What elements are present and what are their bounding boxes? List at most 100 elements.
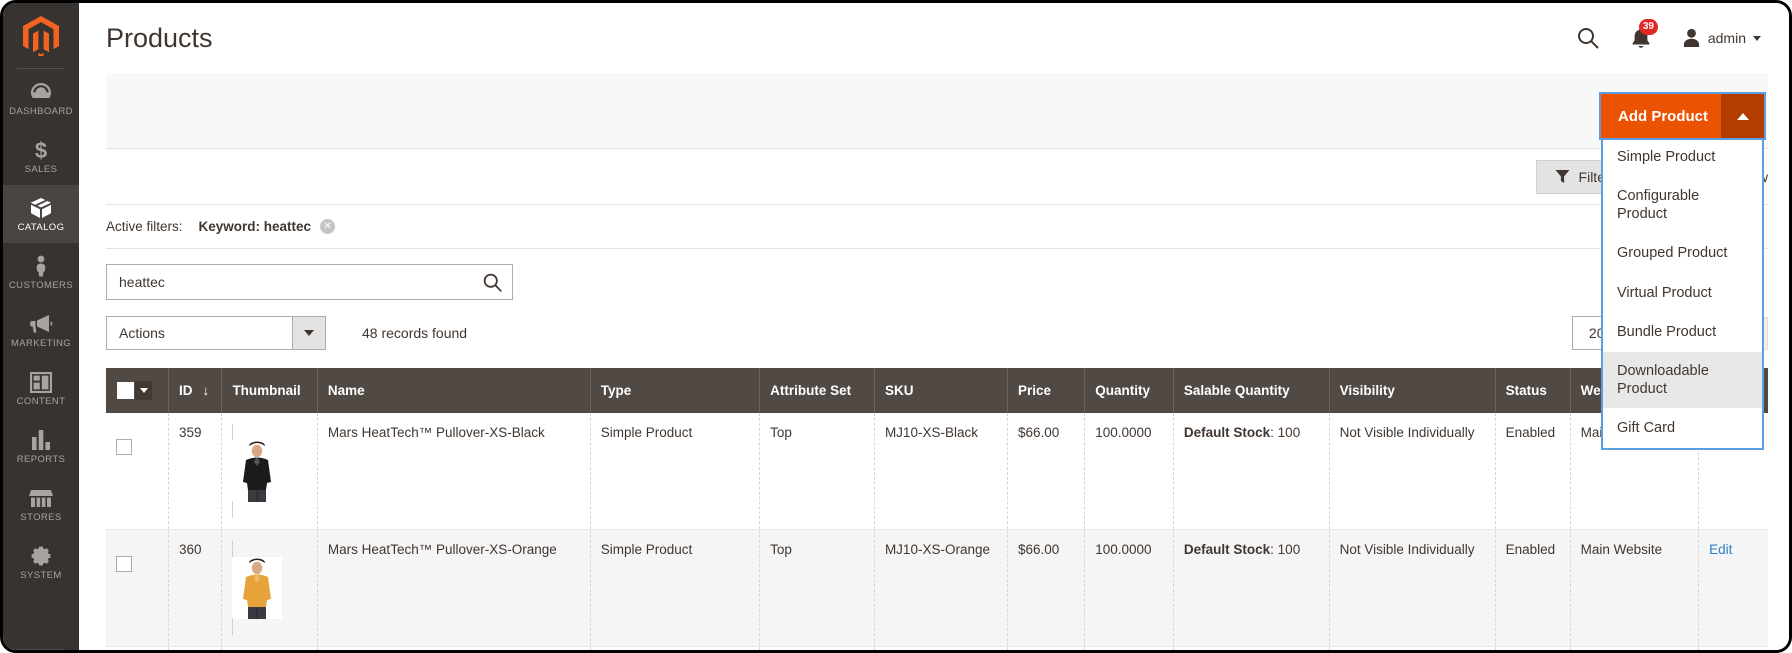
table-row[interactable]: 360 Mars HeatTech™ Pullover-XS-Orange Simp… [106,529,1768,647]
add-product-menu-item[interactable]: Configurable Product [1603,177,1762,235]
add-product-menu-item[interactable]: Gift Card [1603,409,1762,449]
admin-user-menu[interactable]: admin [1682,28,1761,48]
cell-id: 360 [168,529,223,647]
magento-logo-icon [23,16,59,56]
header-actions: 39 admin [1576,19,1761,50]
chevron-down-icon[interactable] [292,317,325,349]
product-thumbnail[interactable] [232,424,307,518]
dollar-icon: $ [34,139,48,161]
column-header-id[interactable]: ID ↓ [168,368,223,413]
add-product-menu-item[interactable]: Grouped Product [1603,234,1762,274]
cell-attribute-set: Top [759,646,875,650]
chevron-down-icon[interactable] [135,381,152,400]
search-input[interactable] [107,265,512,299]
sidebar-item-label: MARKETING [10,338,72,349]
edit-link[interactable]: Edit [1709,542,1732,557]
cell-visibility: Not Visible Individually [1329,646,1496,650]
admin-window: DASHBOARD $ SALES CATALOG CUSTOMERS MARK… [0,0,1792,653]
sidebar-item-label: CONTENT [16,396,66,407]
search-submit-button[interactable] [482,272,503,296]
add-product-menu-item[interactable]: Downloadable Product [1603,351,1762,409]
column-header-status[interactable]: Status [1495,368,1571,413]
column-header-quantity[interactable]: Quantity [1084,368,1174,413]
row-select-cell [106,529,170,647]
grid-controls: Actions 48 records found 20 per page ‹ [106,312,1768,354]
row-checkbox[interactable] [116,556,132,572]
column-header-price[interactable]: Price [1007,368,1086,413]
cell-status: Enabled [1495,529,1571,647]
sidebar-item-sales[interactable]: $ SALES [3,127,79,185]
filter-chip: Keyword: heattec ✕ [199,219,336,234]
sidebar-item-reports[interactable]: REPORTS [3,417,79,475]
black-pullover-thumbnail [232,440,283,502]
cell-action: Edit [1698,529,1768,647]
cell-id: 361 [168,646,223,650]
add-product-toggle[interactable] [1721,94,1764,138]
row-checkbox[interactable] [116,439,132,455]
actions-dropdown[interactable]: Actions [106,316,326,350]
cell-salable-quantity: Default Stock: 100 [1173,529,1330,647]
column-header-salable-quantity[interactable]: Salable Quantity [1173,368,1330,413]
cell-quantity: 100.0000 [1084,529,1174,647]
column-header-attribute-set[interactable]: Attribute Set [759,368,875,413]
add-product-control: Add Product Simple Product Configurable P… [1599,92,1766,451]
cell-thumbnail [221,646,318,650]
sidebar-item-catalog[interactable]: CATALOG [3,185,79,243]
cell-sku: MJ10-XS-Black [874,413,1008,530]
cell-id: 359 [168,413,223,530]
sidebar-item-system[interactable]: SYSTEM [3,533,79,591]
chevron-up-icon [1736,112,1749,120]
column-header-thumbnail[interactable]: Thumbnail [221,368,318,413]
sort-descending-icon: ↓ [202,383,210,398]
sidebar-item-content[interactable]: CONTENT [3,359,79,417]
column-header-visibility[interactable]: Visibility [1329,368,1496,413]
cell-thumbnail [221,413,318,530]
chevron-down-icon [1753,35,1761,41]
sidebar-item-stores[interactable]: STORES [3,475,79,533]
sidebar-item-marketing[interactable]: MARKETING [3,301,79,359]
layout-icon [30,371,52,393]
product-thumbnail[interactable] [232,541,307,635]
sidebar-item-label: STORES [20,512,62,523]
cell-price: $66.00 [1007,413,1086,530]
add-product-menu-item[interactable]: Virtual Product [1603,274,1762,313]
cell-status: Enabled [1495,646,1571,650]
user-icon [1683,28,1699,47]
cell-attribute-set: Top [759,529,875,647]
page-title: Products [106,22,213,53]
sidebar-item-label: SALES [24,164,58,175]
add-product-menu: Simple Product Configurable Product Groupe… [1601,138,1764,451]
checkbox-dropdown-icon[interactable] [116,381,152,400]
cell-websites: Main Website [1570,529,1700,647]
cell-salable-quantity: Default Stock: 100 [1173,646,1330,650]
add-product-menu-item[interactable]: Simple Product [1603,138,1762,178]
active-filters-bar: Active filters: Keyword: heattec ✕ [106,205,1768,249]
cell-price: $66.00 [1007,646,1086,650]
product-grid: ID ↓ Thumbnail Name Type Attribute Set SK… [106,368,1768,650]
search-icon[interactable] [1576,26,1600,50]
cell-thumbnail [221,529,318,647]
notifications-bell[interactable]: 39 [1630,19,1658,50]
table-row[interactable]: 359 Mars HeatTech™ Pullover-XS-Black Simpl… [106,413,1768,530]
cell-action: Edit [1698,646,1768,650]
cell-name: Mars HeatTech™ Pullover-XS-Orange [317,529,591,647]
add-product-button[interactable]: Add Product [1601,94,1721,138]
select-all-checkbox[interactable] [116,381,135,400]
grid-toolbar: Filters Default View [106,149,1768,205]
cell-type: Simple Product [590,529,761,647]
table-row[interactable]: 361 Mars HeatTech™ Pullover-XS-RedSimple … [106,646,1768,650]
add-product-menu-item[interactable]: Bundle Product [1603,313,1762,352]
sidebar-item-customers[interactable]: CUSTOMERS [3,243,79,301]
column-label: ID [179,383,193,398]
sidebar-item-dashboard[interactable]: DASHBOARD [3,69,79,127]
admin-label: admin [1707,30,1746,46]
magento-logo[interactable] [3,3,79,69]
bar-chart-icon [30,429,52,451]
cell-type: Simple Product [590,646,761,650]
column-header-name[interactable]: Name [317,368,591,413]
close-circle-icon[interactable]: ✕ [320,219,336,234]
column-header-sku[interactable]: SKU [874,368,1008,413]
column-header-type[interactable]: Type [590,368,761,413]
cell-websites: Main Website [1570,646,1700,650]
gear-icon [30,545,52,567]
